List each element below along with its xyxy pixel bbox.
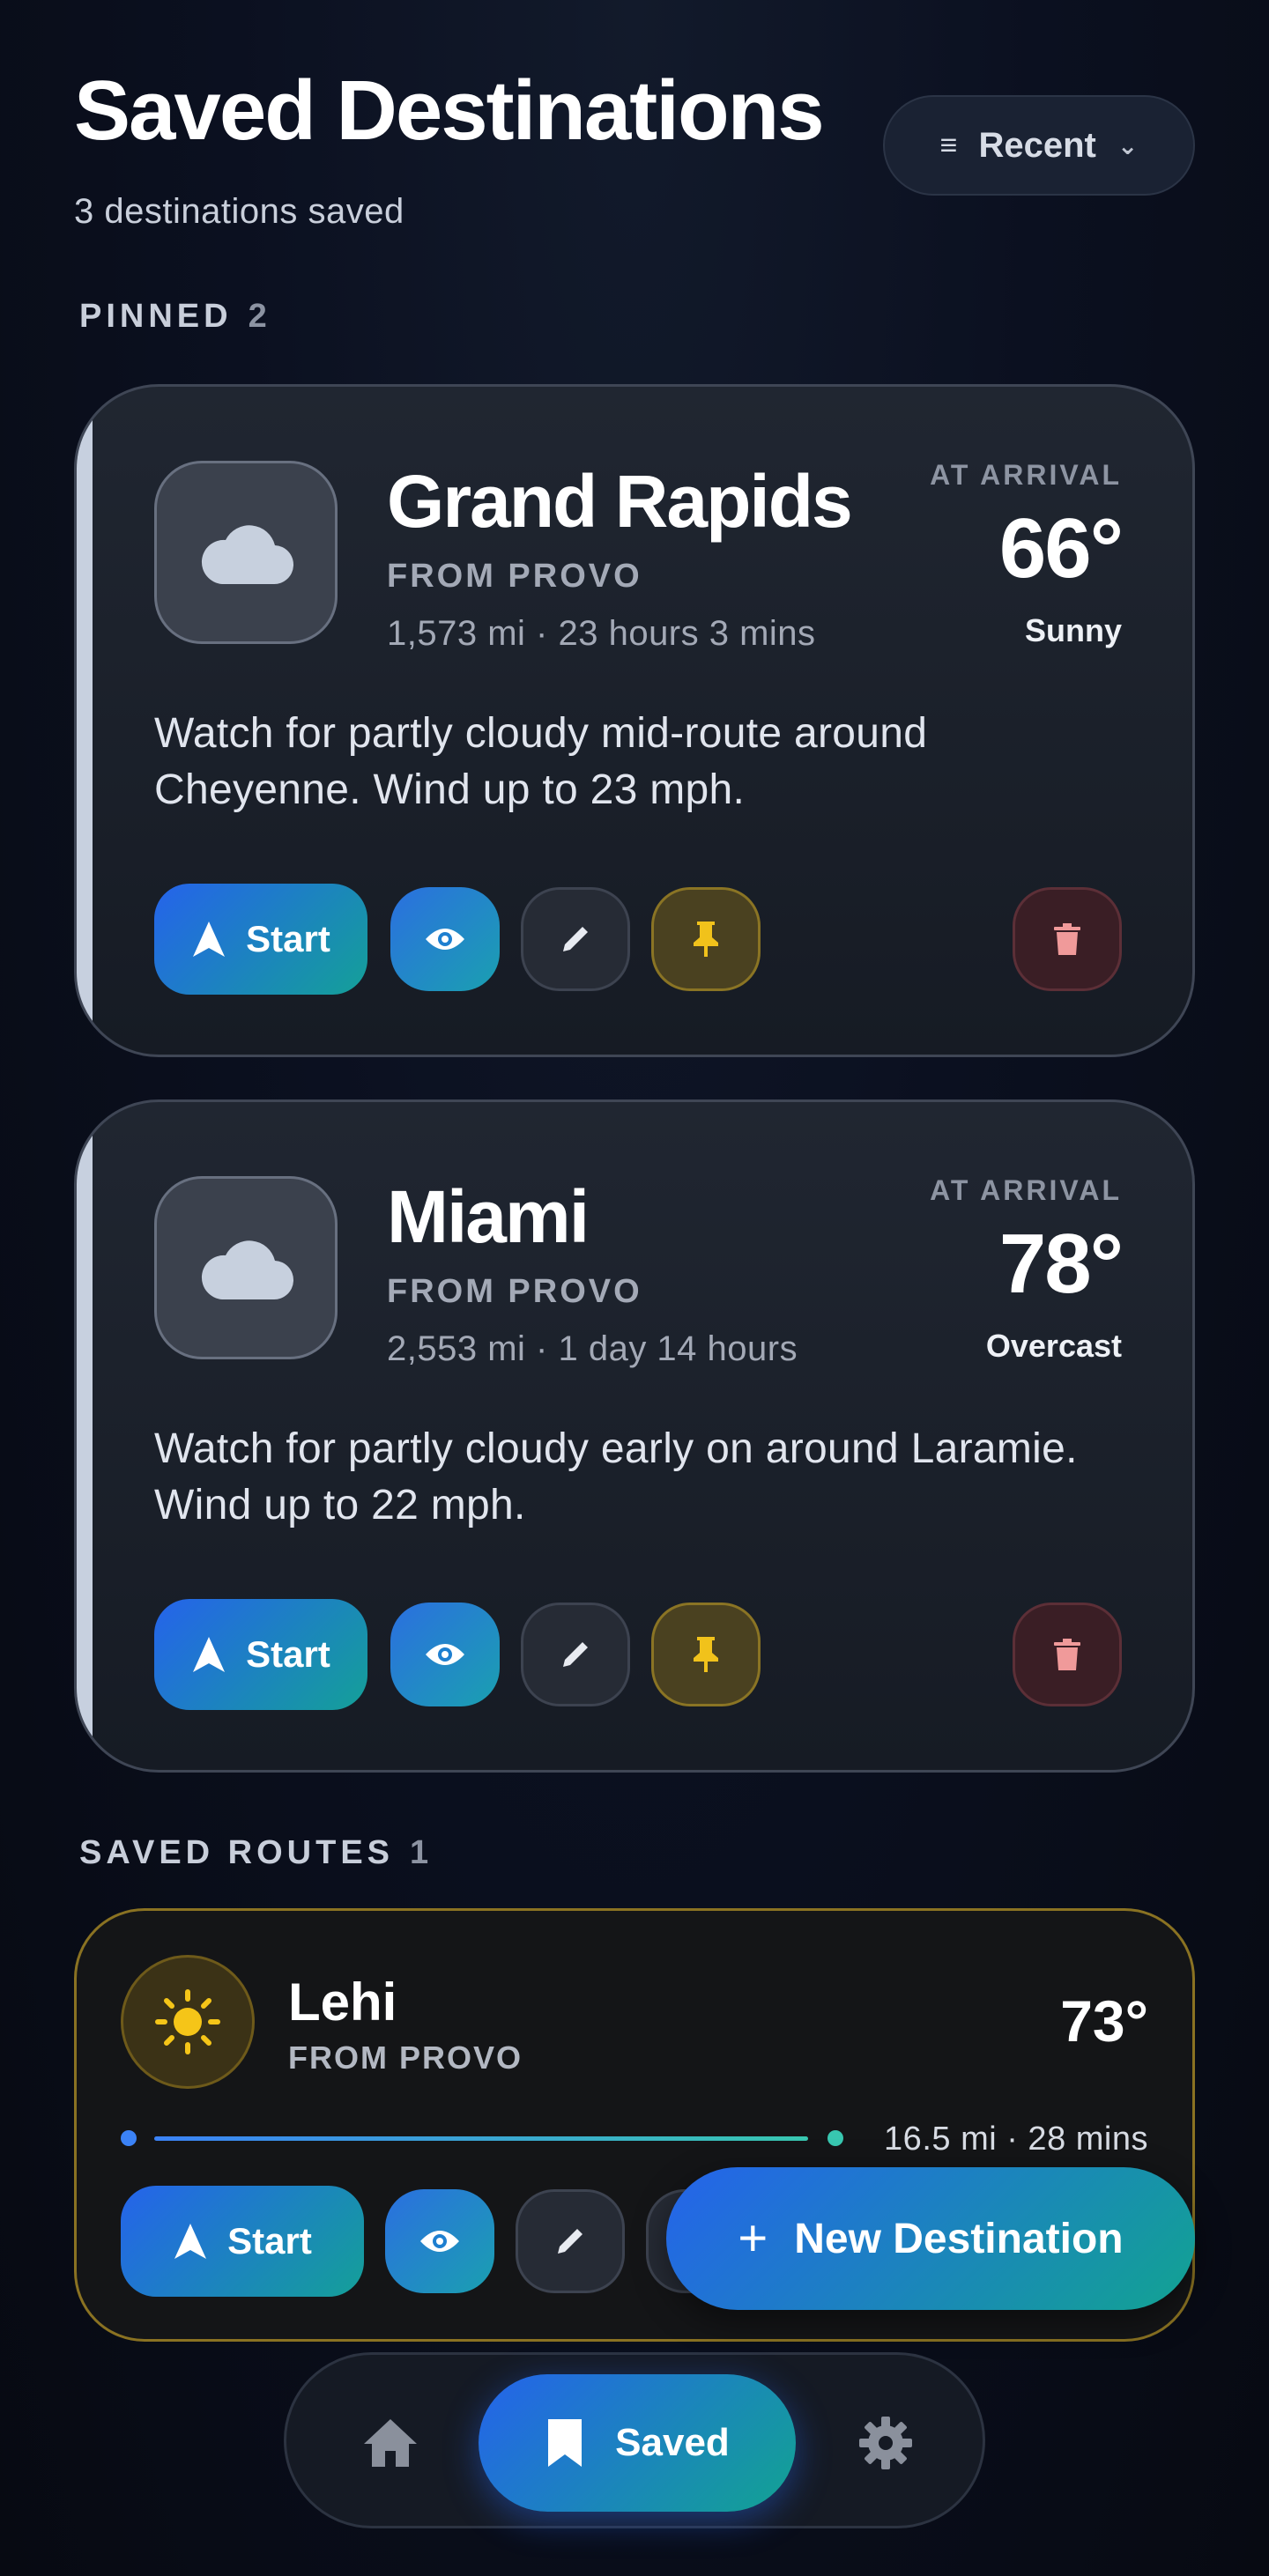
weather-icon-box bbox=[154, 461, 338, 644]
start-button[interactable]: Start bbox=[154, 884, 367, 995]
destination-name: Lehi bbox=[288, 1973, 397, 2032]
start-label: Start bbox=[246, 1633, 330, 1675]
start-label: Start bbox=[246, 918, 330, 959]
sort-lines-icon: ≡ bbox=[939, 128, 958, 162]
weather-note: Watch for partly cloudy mid-route around… bbox=[154, 710, 928, 813]
plus-icon: + bbox=[738, 2210, 768, 2267]
new-destination-button[interactable]: + New Destination bbox=[666, 2167, 1195, 2310]
route-path-line bbox=[154, 2136, 808, 2141]
page-subtitle: 3 destinations saved bbox=[74, 192, 404, 231]
cloud-icon bbox=[201, 525, 294, 585]
section-count: 2 bbox=[248, 298, 267, 335]
pencil-icon bbox=[558, 2229, 583, 2254]
arrival-label: AT ARRIVAL bbox=[930, 459, 1122, 491]
trash-icon bbox=[1054, 923, 1080, 955]
arrival-temperature: 73° bbox=[1060, 1988, 1148, 2054]
weather-note: Watch for partly cloudy early on around … bbox=[154, 1425, 1078, 1529]
view-button[interactable] bbox=[390, 1603, 500, 1706]
nav-saved[interactable]: Saved bbox=[479, 2374, 796, 2512]
navigation-arrow-icon bbox=[193, 1637, 226, 1672]
chevron-down-icon: ⌄ bbox=[1117, 131, 1139, 159]
arrival-temperature: 66° bbox=[998, 501, 1124, 596]
navigation-arrow-icon bbox=[193, 922, 226, 957]
section-label-saved-routes: SAVED ROUTES 1 bbox=[79, 1834, 428, 1872]
trip-distance: 2,553 mi · 1 day 14 hours bbox=[387, 1329, 798, 1368]
navigation-arrow-icon bbox=[174, 2224, 207, 2259]
weather-icon-box bbox=[154, 1176, 338, 1359]
nav-home[interactable] bbox=[346, 2399, 434, 2487]
delete-button[interactable] bbox=[1013, 1603, 1122, 1706]
origin-label: FROM PROVO bbox=[288, 2039, 523, 2076]
start-label: Start bbox=[227, 2220, 312, 2261]
section-title: SAVED ROUTES bbox=[79, 1834, 395, 1871]
sort-label: Recent bbox=[978, 125, 1096, 165]
arrival-label: AT ARRIVAL bbox=[930, 1174, 1122, 1206]
section-title: PINNED bbox=[79, 298, 233, 335]
home-icon bbox=[364, 2419, 417, 2467]
arrival-condition: Overcast bbox=[985, 1328, 1122, 1364]
start-button[interactable]: Start bbox=[121, 2186, 364, 2297]
origin-label: FROM PROVO bbox=[387, 1273, 642, 1310]
nav-settings[interactable] bbox=[842, 2399, 930, 2487]
destination-name: Grand Rapids bbox=[387, 460, 853, 543]
route-line bbox=[121, 2128, 843, 2149]
sun-icon bbox=[155, 1989, 220, 2054]
eye-icon bbox=[420, 2231, 459, 2252]
trip-distance: 16.5 mi · 28 mins bbox=[884, 2121, 1148, 2158]
weather-icon-box bbox=[121, 1955, 255, 2089]
saved-destinations-screen: Saved Destinations 3 destinations saved … bbox=[0, 0, 1269, 2576]
new-destination-label: New Destination bbox=[794, 2215, 1124, 2262]
pencil-icon bbox=[563, 927, 588, 951]
eye-icon bbox=[426, 929, 464, 950]
destination-card[interactable]: Grand Rapids FROM PROVO 1,573 mi · 23 ho… bbox=[74, 384, 1195, 1057]
view-button[interactable] bbox=[390, 887, 500, 991]
pinned-accent-bar bbox=[77, 387, 93, 1055]
pinned-accent-bar bbox=[77, 1102, 93, 1770]
gear-icon bbox=[859, 2417, 912, 2469]
view-button[interactable] bbox=[385, 2189, 494, 2293]
eye-icon bbox=[426, 1644, 464, 1665]
pin-icon bbox=[694, 1637, 718, 1672]
pin-icon bbox=[694, 922, 718, 957]
pencil-icon bbox=[563, 1642, 588, 1667]
pin-button[interactable] bbox=[651, 1603, 761, 1706]
edit-button[interactable] bbox=[516, 2189, 625, 2293]
start-button[interactable]: Start bbox=[154, 1599, 367, 1710]
cloud-icon bbox=[201, 1240, 294, 1300]
delete-button[interactable] bbox=[1013, 887, 1122, 991]
nav-saved-label: Saved bbox=[615, 2421, 730, 2464]
bookmark-icon bbox=[548, 2419, 583, 2467]
section-label-pinned: PINNED 2 bbox=[79, 298, 267, 336]
destination-name: Miami bbox=[387, 1175, 590, 1258]
card-actions: Start bbox=[154, 884, 1122, 995]
arrival-condition: Sunny bbox=[1024, 612, 1122, 648]
section-count: 1 bbox=[410, 1834, 429, 1871]
trip-distance: 1,573 mi · 23 hours 3 mins bbox=[387, 614, 816, 653]
card-actions: Start bbox=[154, 1599, 1122, 1710]
route-end-dot bbox=[827, 2130, 843, 2146]
trash-icon bbox=[1054, 1639, 1080, 1670]
origin-label: FROM PROVO bbox=[387, 558, 642, 595]
route-start-dot bbox=[121, 2130, 137, 2146]
page-title: Saved Destinations bbox=[74, 63, 825, 158]
sort-dropdown[interactable]: ≡ Recent ⌄ bbox=[883, 95, 1195, 196]
pin-button[interactable] bbox=[651, 887, 761, 991]
arrival-temperature: 78° bbox=[998, 1217, 1124, 1311]
destination-card[interactable]: Miami FROM PROVO 2,553 mi · 1 day 14 hou… bbox=[74, 1099, 1195, 1773]
edit-button[interactable] bbox=[521, 1603, 630, 1706]
bottom-nav: Saved bbox=[284, 2352, 985, 2528]
edit-button[interactable] bbox=[521, 887, 630, 991]
